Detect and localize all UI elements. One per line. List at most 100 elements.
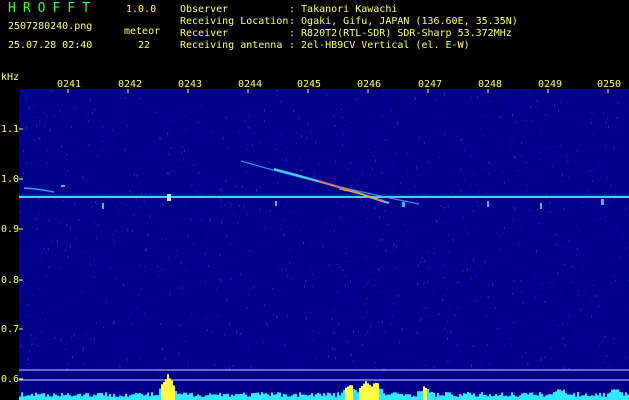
noise-speckle bbox=[19, 346, 20, 349]
noise-speckle bbox=[178, 352, 180, 356]
noise-speckle bbox=[567, 117, 569, 119]
noise-speckle bbox=[197, 332, 199, 335]
noise-speckle bbox=[436, 99, 437, 102]
noise-speckle bbox=[275, 148, 276, 152]
noise-speckle bbox=[133, 214, 135, 216]
noise-speckle bbox=[159, 323, 161, 325]
noise-speckle bbox=[622, 234, 624, 237]
noise-speckle bbox=[418, 332, 420, 335]
level-bar bbox=[379, 388, 381, 400]
noise-speckle bbox=[452, 107, 454, 109]
antenna-value: : 2el-HB9CV Vertical (el. E-W) bbox=[289, 40, 470, 51]
level-bar bbox=[487, 396, 489, 400]
noise-speckle bbox=[54, 337, 56, 339]
noise-speckle bbox=[206, 345, 208, 348]
noise-speckle bbox=[434, 101, 436, 105]
noise-speckle bbox=[537, 110, 539, 113]
level-bar bbox=[185, 392, 187, 400]
level-bar bbox=[453, 396, 455, 400]
level-bar bbox=[59, 396, 61, 400]
noise-speckle bbox=[143, 288, 144, 290]
noise-speckle bbox=[121, 138, 123, 140]
noise-speckle bbox=[352, 360, 354, 362]
noise-speckle bbox=[159, 137, 161, 140]
noise-speckle bbox=[47, 307, 49, 311]
level-bar bbox=[415, 396, 417, 400]
noise-speckle bbox=[550, 211, 552, 213]
noise-speckle bbox=[442, 218, 444, 221]
noise-speckle bbox=[350, 116, 351, 118]
noise-speckle bbox=[334, 205, 336, 209]
noise-speckle bbox=[619, 201, 621, 204]
noise-speckle bbox=[614, 100, 615, 103]
noise-speckle bbox=[504, 181, 505, 184]
noise-speckle bbox=[54, 269, 56, 271]
noise-speckle bbox=[562, 173, 563, 176]
level-bar bbox=[321, 395, 323, 400]
noise-speckle bbox=[587, 276, 589, 280]
noise-speckle bbox=[513, 207, 515, 210]
noise-speckle bbox=[448, 143, 450, 145]
noise-speckle bbox=[601, 98, 603, 102]
noise-speckle bbox=[229, 256, 231, 258]
noise-speckle bbox=[239, 339, 241, 343]
noise-speckle bbox=[115, 302, 117, 305]
level-bar bbox=[65, 394, 67, 400]
noise-speckle bbox=[99, 203, 101, 205]
noise-speckle bbox=[82, 349, 84, 352]
noise-speckle bbox=[332, 108, 334, 111]
noise-speckle bbox=[594, 191, 596, 192]
noise-speckle bbox=[520, 280, 522, 282]
noise-speckle bbox=[591, 176, 593, 179]
noise-speckle bbox=[545, 114, 547, 116]
noise-speckle bbox=[626, 290, 628, 292]
noise-speckle bbox=[428, 265, 430, 267]
noise-speckle bbox=[204, 280, 206, 283]
noise-speckle bbox=[562, 246, 564, 249]
level-bar bbox=[235, 394, 237, 400]
noise-speckle bbox=[476, 201, 478, 203]
noise-speckle bbox=[400, 181, 402, 184]
noise-speckle bbox=[369, 345, 371, 347]
noise-speckle bbox=[598, 342, 600, 346]
noise-speckle bbox=[325, 220, 327, 224]
noise-speckle bbox=[426, 94, 428, 96]
noise-speckle bbox=[25, 158, 27, 160]
noise-speckle bbox=[512, 292, 513, 295]
noise-speckle bbox=[532, 274, 534, 278]
noise-speckle bbox=[287, 314, 288, 318]
noise-speckle bbox=[365, 291, 367, 294]
noise-speckle bbox=[122, 326, 124, 330]
noise-speckle bbox=[542, 287, 544, 290]
noise-speckle bbox=[41, 330, 43, 332]
noise-speckle bbox=[356, 183, 358, 186]
noise-speckle bbox=[513, 141, 515, 144]
noise-speckle bbox=[518, 110, 520, 113]
noise-speckle bbox=[57, 328, 59, 330]
noise-speckle bbox=[267, 275, 269, 278]
level-bar bbox=[525, 393, 527, 400]
noise-speckle bbox=[353, 253, 355, 257]
noise-speckle bbox=[347, 318, 349, 320]
noise-speckle bbox=[502, 171, 504, 173]
noise-speckle bbox=[513, 178, 515, 181]
noise-speckle bbox=[140, 206, 141, 208]
noise-speckle bbox=[206, 297, 208, 301]
noise-speckle bbox=[617, 102, 619, 104]
level-bar bbox=[367, 383, 369, 400]
noise-speckle bbox=[343, 257, 345, 261]
noise-speckle bbox=[568, 239, 570, 242]
noise-speckle bbox=[414, 96, 416, 99]
noise-speckle bbox=[211, 131, 213, 134]
noise-speckle bbox=[543, 356, 545, 359]
level-bar bbox=[545, 395, 547, 400]
noise-speckle bbox=[305, 317, 307, 320]
noise-speckle bbox=[95, 321, 97, 325]
noise-speckle bbox=[315, 141, 316, 144]
noise-speckle bbox=[252, 143, 254, 147]
level-bar bbox=[377, 383, 379, 400]
noise-speckle bbox=[543, 206, 545, 208]
noise-speckle bbox=[337, 308, 339, 310]
noise-speckle bbox=[238, 130, 240, 133]
noise-speckle bbox=[85, 114, 87, 116]
